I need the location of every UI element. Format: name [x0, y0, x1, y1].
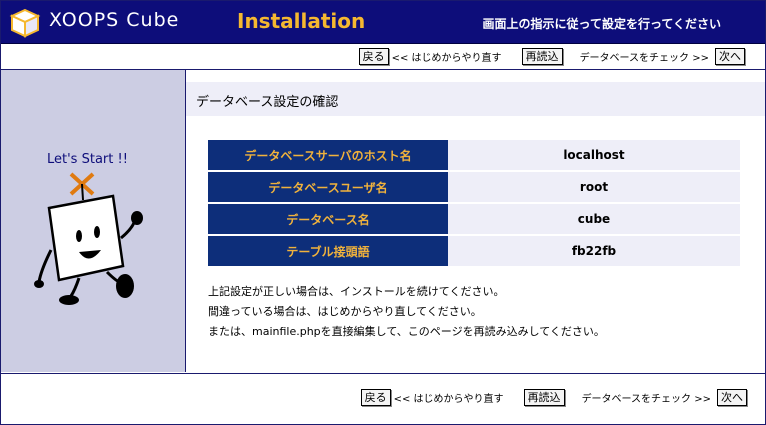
- reload-button[interactable]: 再読込: [521, 48, 563, 65]
- top-nav-controls: 戻る << はじめからやり直す 再読込 データベースをチェック >> 次へ: [358, 48, 745, 65]
- table-row: テーブル接頭語 fb22fb: [208, 236, 740, 266]
- setting-value: cube: [448, 204, 740, 234]
- reload-button[interactable]: 再読込: [523, 389, 565, 406]
- logo-text: XOOPS Cube: [49, 9, 180, 31]
- next-text: データベースをチェック >>: [581, 394, 711, 405]
- message-line: 上記設定が正しい場合は、インストールを続けてください。: [208, 285, 505, 298]
- cube-logo-icon: [9, 8, 41, 38]
- message-line: または、mainfile.phpを直接編集して、このページを再読み込みしてくださ…: [208, 325, 605, 338]
- setting-label: データベースユーザ名: [208, 172, 448, 202]
- cube-mascot-icon: [34, 172, 143, 305]
- table-row: データベースユーザ名 root: [208, 172, 740, 202]
- message-line: 間違っている場合は、はじめからやり直してください。: [208, 305, 482, 318]
- section-header: データベース設定の確認: [186, 82, 765, 116]
- sidebar-panel: Let's Start !!: [1, 70, 186, 372]
- table-row: データベース名 cube: [208, 204, 740, 234]
- next-button[interactable]: 次へ: [715, 48, 745, 65]
- back-text: << はじめからやり直す: [391, 53, 502, 64]
- back-button[interactable]: 戻る: [360, 389, 391, 406]
- setting-value: localhost: [448, 140, 740, 170]
- next-button[interactable]: 次へ: [717, 389, 747, 406]
- instruction-message: 上記設定が正しい場合は、インストールを続けてください。 間違っている場合は、はじ…: [208, 282, 605, 342]
- section-title: データベース設定の確認: [196, 95, 339, 110]
- greeting-text: Let's Start !!: [47, 152, 128, 167]
- setting-label: データベース名: [208, 204, 448, 234]
- setting-label: テーブル接頭語: [208, 236, 448, 266]
- header-instruction: 画面上の指示に従って設定を行ってください: [482, 17, 721, 31]
- setting-value: root: [448, 172, 740, 202]
- setting-label: データベースサーバのホスト名: [208, 140, 448, 170]
- table-row: データベースサーバのホスト名 localhost: [208, 140, 740, 170]
- setting-value: fb22fb: [448, 236, 740, 266]
- main-content: データベース設定の確認 データベースサーバのホスト名 localhost データ…: [186, 70, 765, 372]
- settings-table: データベースサーバのホスト名 localhost データベースユーザ名 root…: [208, 138, 740, 268]
- bottom-nav-controls: 戻る << はじめからやり直す 再読込 データベースをチェック >> 次へ: [360, 389, 747, 406]
- page-title: Installation: [237, 9, 366, 33]
- bottom-nav-bar: 戻る << はじめからやり直す 再読込 データベースをチェック >> 次へ: [1, 373, 765, 423]
- next-text: データベースをチェック >>: [579, 53, 709, 64]
- header-bar: XOOPS Cube Installation 画面上の指示に従って設定を行って…: [1, 1, 765, 44]
- back-button[interactable]: 戻る: [358, 48, 389, 65]
- top-nav-bar: 戻る << はじめからやり直す 再読込 データベースをチェック >> 次へ: [1, 44, 765, 70]
- back-text: << はじめからやり直す: [393, 394, 504, 405]
